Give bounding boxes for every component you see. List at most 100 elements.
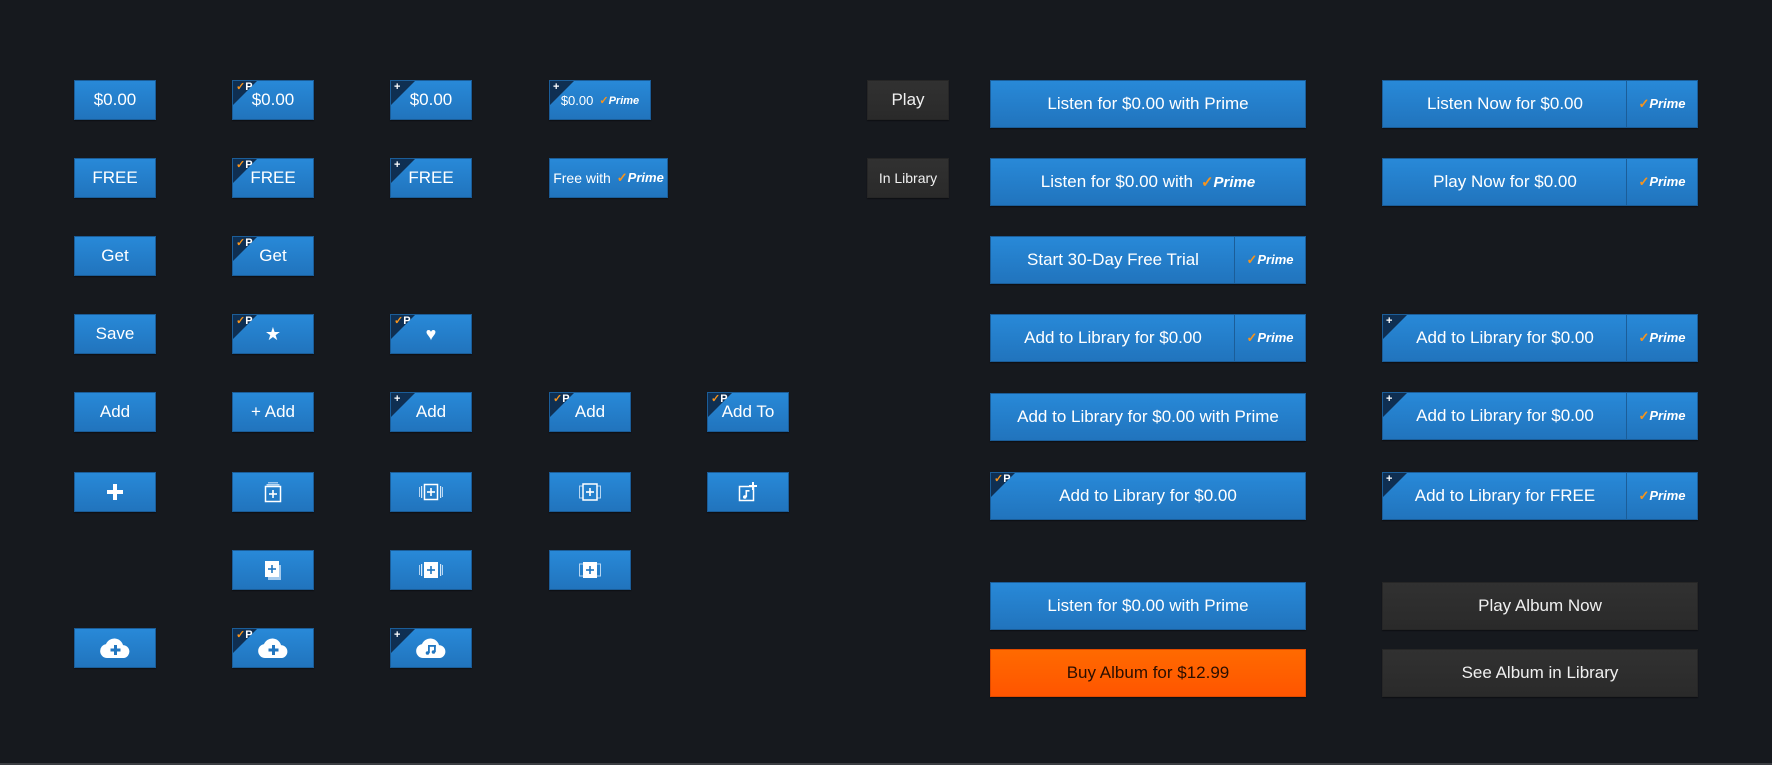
prime-logo: ✓Prime	[1638, 408, 1686, 423]
prime-badge-icon: ✓P	[236, 629, 253, 641]
add-to-frame-filled-button[interactable]	[549, 550, 631, 590]
prime-badge-icon: ✓P	[394, 315, 411, 327]
play-album-now-button[interactable]: Play Album Now	[1382, 582, 1698, 630]
see-album-library-button[interactable]: See Album in Library	[1382, 649, 1698, 697]
listen-with-prime-logo-button[interactable]: Listen for $0.00 with ✓Prime	[990, 158, 1306, 206]
prime-logo: ✓Prime	[1638, 96, 1686, 111]
prime-side-panel: ✓Prime	[1234, 315, 1305, 361]
add-to-stack-button[interactable]	[232, 472, 314, 512]
button-label: Play	[891, 90, 925, 109]
free-add-button[interactable]: + FREE	[390, 158, 472, 198]
prime-logo: ✓Prime	[1638, 488, 1686, 503]
button-label: Free with	[553, 170, 611, 186]
add-to-carousel-filled-button[interactable]	[390, 550, 472, 590]
prime-badge-icon: ✓P	[994, 473, 1011, 485]
star-prime-button[interactable]: ✓P ★	[232, 314, 314, 354]
button-label: In Library	[878, 170, 938, 186]
button-label: Save	[95, 324, 135, 343]
add-badge-icon: +	[394, 159, 401, 171]
prime-logo: ✓Prime	[1246, 252, 1294, 267]
button-label: Add to Library for $0.00	[1416, 328, 1594, 347]
add-library-free-button[interactable]: + Add to Library for FREE ✓Prime	[1382, 472, 1698, 520]
add-library-prime-badge-button[interactable]: ✓P Add to Library for $0.00	[990, 472, 1306, 520]
prime-logo: ✓Prime	[1638, 330, 1686, 345]
button-label: Start 30-Day Free Trial	[1027, 250, 1199, 269]
add-to-playlist-button[interactable]	[707, 472, 789, 512]
free-prime-button[interactable]: ✓P FREE	[232, 158, 314, 198]
add-library-with-prime-button[interactable]: Add to Library for $0.00 with Prime	[990, 393, 1306, 441]
add-prime-button[interactable]: ✓P Add	[549, 392, 631, 432]
add-library-add-button-1[interactable]: + Add to Library for $0.00 ✓Prime	[1382, 314, 1698, 362]
start-trial-button[interactable]: Start 30-Day Free Trial ✓Prime	[990, 236, 1306, 284]
prime-side-panel: ✓Prime	[1626, 473, 1697, 519]
button-label: $0.00	[409, 90, 453, 109]
button-label: Get	[259, 246, 287, 265]
prime-side-panel: ✓Prime	[1626, 81, 1697, 127]
add-to-frame-button[interactable]	[549, 472, 631, 512]
button-label: Add to Library for $0.00	[1416, 406, 1594, 425]
prime-side-panel: ✓Prime	[1234, 237, 1305, 283]
button-label: Add	[99, 402, 131, 421]
button-label: Add to Library for $0.00	[1059, 486, 1237, 505]
listen-prime-button[interactable]: Listen for $0.00 with Prime	[990, 80, 1306, 128]
cloud-add-prime-button[interactable]: ✓P	[232, 628, 314, 668]
add-to-prime-button[interactable]: ✓P Add To	[707, 392, 789, 432]
add-to-stack-filled-button[interactable]	[232, 550, 314, 590]
prime-logo: ✓Prime	[1200, 174, 1256, 191]
button-label: FREE	[408, 168, 454, 187]
prime-logo: ✓Prime	[599, 94, 640, 107]
prime-side-panel: ✓Prime	[1626, 159, 1697, 205]
save-button[interactable]: Save	[74, 314, 156, 354]
add-button[interactable]: Add	[74, 392, 156, 432]
get-button[interactable]: Get	[74, 236, 156, 276]
button-label: Add to Library for FREE	[1414, 486, 1596, 505]
add-badge-button[interactable]: + Add	[390, 392, 472, 432]
cloud-add-button[interactable]	[74, 628, 156, 668]
cloud-music-icon	[416, 638, 446, 658]
listen-prime-button-2[interactable]: Listen for $0.00 with Prime	[990, 582, 1306, 630]
add-badge-icon: +	[394, 393, 401, 405]
listen-now-button[interactable]: Listen Now for $0.00 ✓Prime	[1382, 80, 1698, 128]
price-button[interactable]: $0.00	[74, 80, 156, 120]
add-to-carousel-filled-icon	[419, 562, 443, 578]
free-button[interactable]: FREE	[74, 158, 156, 198]
play-button[interactable]: Play	[867, 80, 949, 120]
add-to-carousel-icon	[419, 483, 443, 501]
add-music-icon	[738, 482, 757, 502]
in-library-button[interactable]: In Library	[867, 158, 949, 198]
free-with-prime-button[interactable]: Free with ✓Prime	[549, 158, 668, 198]
play-now-button[interactable]: Play Now for $0.00 ✓Prime	[1382, 158, 1698, 206]
button-label: $0.00	[93, 90, 137, 109]
get-prime-button[interactable]: ✓P Get	[232, 236, 314, 276]
prime-logo: ✓Prime	[1638, 174, 1686, 189]
button-label: Play Now for $0.00	[1433, 172, 1577, 191]
add-to-carousel-button[interactable]	[390, 472, 472, 512]
button-label: Listen for $0.00 with Prime	[1047, 596, 1249, 615]
prime-logo: ✓Prime	[1246, 330, 1294, 345]
button-label: Get	[101, 246, 129, 265]
price-add-prime-button[interactable]: + $0.00 ✓Prime	[549, 80, 651, 120]
add-badge-icon: +	[553, 81, 560, 93]
button-label: + Add	[251, 402, 295, 421]
prime-badge-icon: ✓P	[711, 393, 728, 405]
plus-icon	[107, 484, 123, 500]
price-add-button[interactable]: + $0.00	[390, 80, 472, 120]
add-library-prime-side-button[interactable]: Add to Library for $0.00 ✓Prime	[990, 314, 1306, 362]
cloud-music-add-button[interactable]: +	[390, 628, 472, 668]
plus-button[interactable]	[74, 472, 156, 512]
prime-badge-icon: ✓P	[236, 159, 253, 171]
add-library-add-button-2[interactable]: + Add to Library for $0.00 ✓Prime	[1382, 392, 1698, 440]
prime-badge-icon: ✓P	[553, 393, 570, 405]
prime-side-panel: ✓Prime	[1626, 393, 1697, 439]
button-label: Add	[415, 402, 447, 421]
button-label: Listen for $0.00 with Prime	[1047, 94, 1249, 113]
button-label: See Album in Library	[1461, 663, 1619, 682]
star-icon: ★	[264, 323, 282, 344]
add-to-stack-icon	[264, 482, 282, 503]
heart-prime-button[interactable]: ✓P ♥	[390, 314, 472, 354]
buy-album-button[interactable]: Buy Album for $12.99	[990, 649, 1306, 697]
button-label: Listen for $0.00 with	[1040, 172, 1193, 191]
prime-badge-icon: ✓P	[236, 81, 253, 93]
plus-add-button[interactable]: + Add	[232, 392, 314, 432]
price-prime-button[interactable]: ✓P $0.00	[232, 80, 314, 120]
